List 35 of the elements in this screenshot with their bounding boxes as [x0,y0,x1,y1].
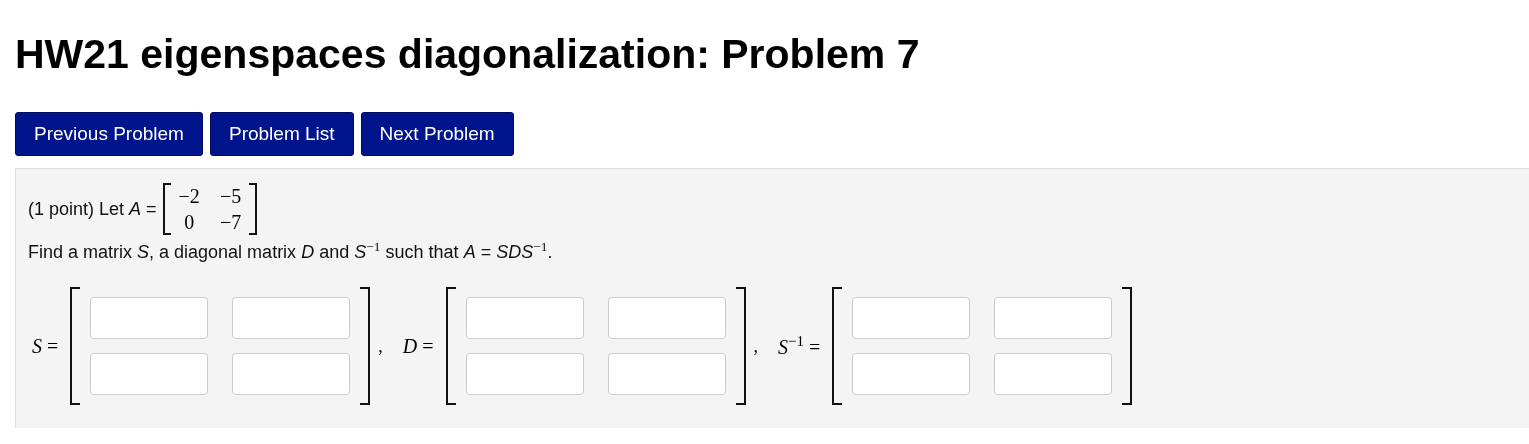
bracket-icon [832,287,843,405]
problem-intro: (1 point) Let A = [28,198,157,220]
answer-field[interactable] [232,297,351,339]
answer-field[interactable] [852,297,971,339]
answer-field[interactable] [607,297,726,339]
matrix-entry: 0 [183,210,196,235]
matrix-entry: −5 [219,184,242,209]
answer-field[interactable] [994,353,1113,395]
comma-separator: , [378,335,383,357]
nav-button[interactable]: Next Problem [360,112,514,156]
answer-field[interactable] [90,297,209,339]
bracket-icon [70,287,81,405]
matrix-label: D = [402,334,434,358]
comma-separator: , [753,335,758,357]
problem-statement: Find a matrix S, a diagonal matrix D and S$^{−1}$ such that A = SDS$^{−1}$. [28,239,554,263]
matrix-entry: −2 [178,184,200,209]
bracket-icon [249,183,258,235]
answer-field[interactable] [90,353,209,395]
answer-field[interactable] [852,353,971,395]
answer-field[interactable] [232,353,351,395]
nav-button[interactable]: Previous Problem [15,112,203,156]
page-title: HW21 eigenspaces diagonalization: Problem 7 [15,30,921,79]
matrix-label: S$^{−1}$ = [778,333,821,359]
matrix-label: S = [32,334,59,358]
bracket-icon [445,287,456,405]
nav-button[interactable]: Problem List [209,112,354,156]
answer-field[interactable] [994,297,1113,339]
answer-field[interactable] [465,353,584,395]
bracket-icon [735,287,746,405]
answer-field[interactable] [465,297,584,339]
bracket-icon [360,287,371,405]
matrix-entry: −7 [219,210,242,235]
answer-field[interactable] [607,353,726,395]
bracket-icon [162,183,171,235]
bracket-icon [1122,287,1133,405]
